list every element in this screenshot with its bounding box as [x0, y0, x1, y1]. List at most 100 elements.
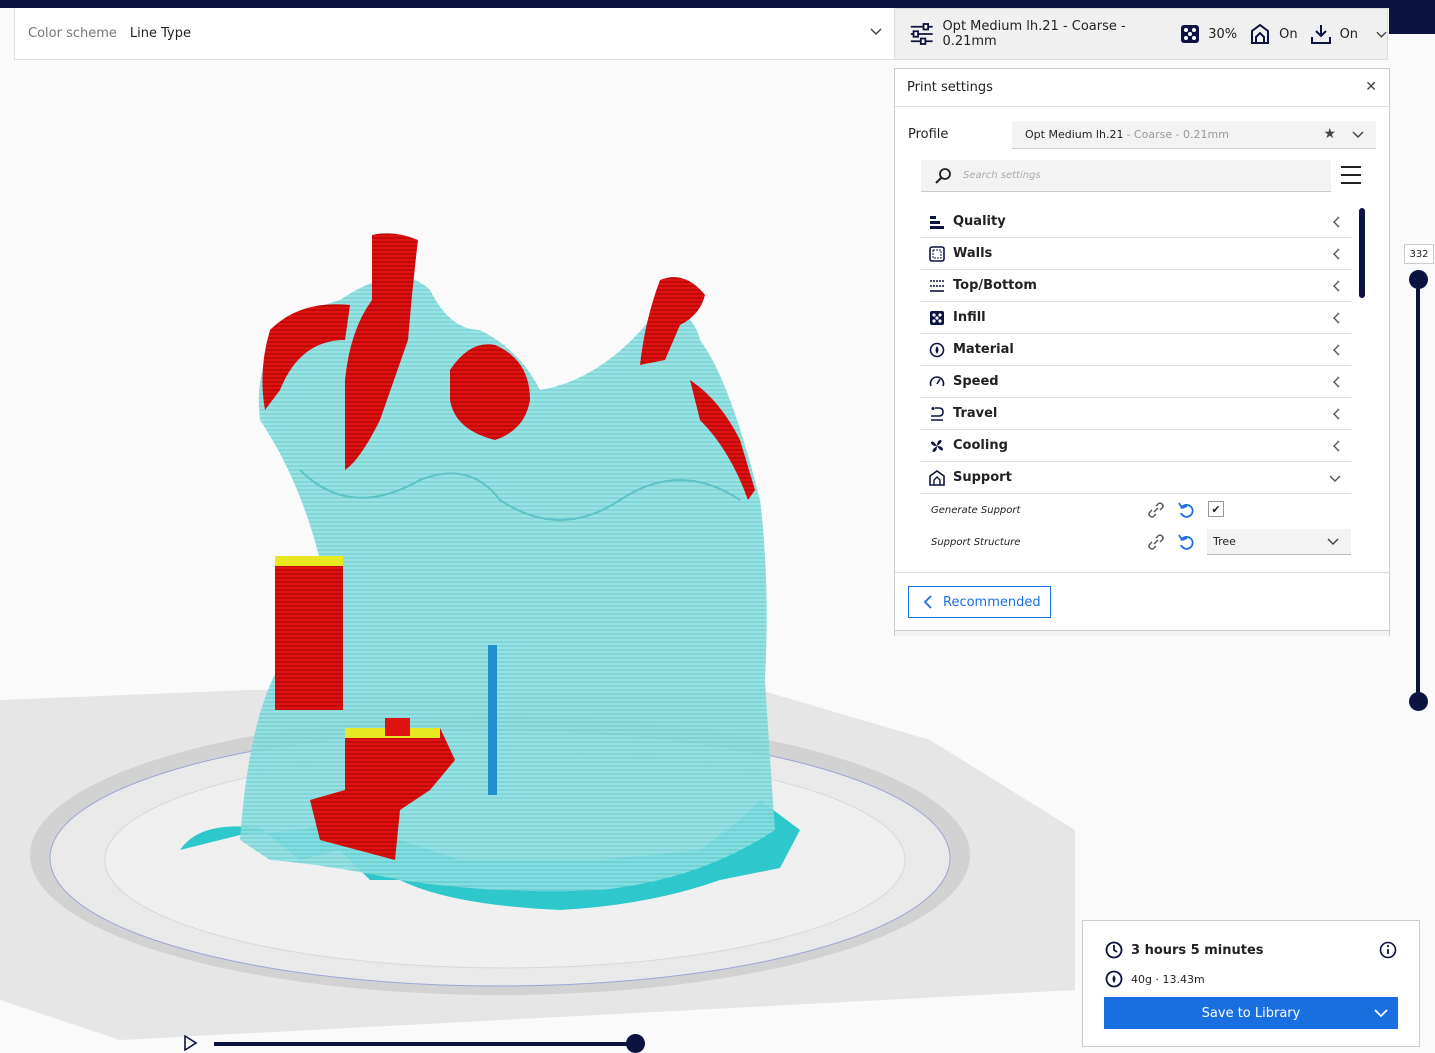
layer-slider-top-handle[interactable] [1409, 270, 1428, 289]
save-options-dropdown[interactable] [1364, 997, 1398, 1029]
cooling-icon [929, 438, 945, 454]
adhesion-icon [1310, 25, 1331, 44]
category-cooling[interactable]: Cooling [921, 430, 1351, 462]
top-bar-edge [1389, 8, 1435, 34]
layer-slider-bottom-handle[interactable] [1409, 692, 1428, 711]
speed-icon [929, 374, 945, 390]
setting-generate-support: Generate Support ✔ [921, 494, 1351, 526]
category-walls[interactable]: Walls [921, 238, 1351, 270]
simulation-slider-track[interactable] [214, 1042, 636, 1046]
close-icon[interactable]: ✕ [1365, 79, 1377, 95]
simulation-slider-handle[interactable] [626, 1034, 645, 1053]
chevron-down-icon [1352, 131, 1364, 139]
menu-icon[interactable] [1341, 166, 1361, 184]
infill-icon [929, 310, 945, 326]
top-bar [0, 0, 1435, 8]
chevron-down-icon [1329, 475, 1341, 482]
print-info-panel: 3 hours 5 minutes 40g · 13.43m Save to L… [1082, 920, 1420, 1047]
print-settings-summary[interactable]: Opt Medium lh.21 - Coarse - 0.21mm 30% O… [894, 8, 1388, 60]
link-icon[interactable] [1147, 502, 1165, 518]
red-building-left [275, 560, 343, 710]
link-icon[interactable] [1147, 534, 1165, 550]
support-icon [929, 469, 945, 486]
profile-name: Opt Medium lh.21 [1025, 128, 1124, 141]
category-support[interactable]: Support [921, 462, 1351, 494]
category-label: Speed [953, 374, 999, 389]
quality-icon [929, 214, 945, 230]
spool-icon [1105, 970, 1123, 988]
search-icon [935, 167, 951, 184]
print-time-row: 3 hours 5 minutes [1105, 941, 1264, 959]
info-icon[interactable] [1379, 941, 1397, 959]
top-bottom-icon [929, 278, 945, 294]
category-label: Cooling [953, 438, 1008, 453]
infill-value: 30% [1208, 26, 1238, 42]
category-label: Support [953, 470, 1012, 485]
travel-icon [929, 406, 945, 422]
profile-label: Profile [908, 127, 949, 142]
category-infill[interactable]: Infill [921, 302, 1351, 334]
save-to-library-button[interactable]: Save to Library [1104, 997, 1398, 1029]
chevron-down-icon [1376, 31, 1387, 38]
profile-summary-text: Opt Medium lh.21 - Coarse - 0.21mm [942, 19, 1126, 49]
chevron-left-icon [1333, 280, 1340, 292]
category-label: Travel [953, 406, 998, 421]
color-scheme-selector[interactable]: Color scheme Line Type [14, 8, 894, 60]
category-label: Quality [953, 214, 1006, 229]
chevron-down-icon [1327, 538, 1339, 546]
infill-icon [1181, 25, 1200, 43]
support-value: On [1279, 26, 1298, 42]
adhesion-value: On [1339, 26, 1359, 42]
print-settings-panel: Print settings ✕ Profile Opt Medium lh.2… [894, 68, 1390, 636]
chevron-down-icon [870, 28, 882, 36]
category-travel[interactable]: Travel [921, 398, 1351, 430]
material-row: 40g · 13.43m [1105, 970, 1205, 988]
support-structure-dropdown[interactable]: Tree [1207, 529, 1351, 555]
chevron-left-icon [1333, 408, 1340, 420]
chevron-left-icon [1333, 312, 1340, 324]
color-scheme-label: Color scheme [28, 26, 117, 41]
panel-resize-handle[interactable] [895, 630, 1389, 636]
recommended-button[interactable]: Recommended [908, 586, 1051, 618]
category-label: Walls [953, 246, 993, 261]
walls-icon [929, 245, 945, 262]
chevron-left-icon [1333, 248, 1340, 260]
generate-support-checkbox[interactable]: ✔ [1208, 501, 1224, 517]
layer-number: 332 [1404, 244, 1434, 264]
category-material[interactable]: Material [921, 334, 1351, 366]
print-time: 3 hours 5 minutes [1131, 942, 1264, 958]
setting-label: Support Structure [931, 536, 1021, 548]
save-label: Save to Library [1201, 1005, 1301, 1021]
settings-scrollbar[interactable] [1359, 208, 1365, 298]
profile-detail: - Coarse - 0.21mm [1126, 128, 1229, 141]
chevron-left-icon [1333, 344, 1340, 356]
category-label: Top/Bottom [953, 278, 1037, 293]
sliders-icon [910, 23, 933, 45]
color-scheme-value: Line Type [129, 26, 191, 41]
category-label: Material [953, 342, 1014, 357]
chevron-left-icon [1333, 440, 1340, 452]
chevron-left-icon [1333, 376, 1340, 388]
category-top-bottom[interactable]: Top/Bottom [921, 270, 1351, 302]
chevron-left-icon [923, 595, 932, 609]
panel-title: Print settings [895, 69, 1389, 107]
dropdown-value: Tree [1213, 535, 1236, 548]
panel-footer: Recommended [895, 572, 1389, 630]
layer-slider-track[interactable] [1416, 279, 1420, 702]
setting-support-structure: Support Structure Tree [921, 526, 1351, 558]
star-icon[interactable]: ★ [1323, 126, 1336, 142]
support-icon [1251, 23, 1270, 44]
setting-label: Generate Support [931, 504, 1021, 516]
play-icon[interactable] [182, 1035, 198, 1051]
profile-row: Profile Opt Medium lh.21 - Coarse - 0.21… [895, 121, 1389, 151]
reset-icon[interactable] [1178, 501, 1194, 519]
settings-list: Quality Walls Top/Bottom Infill Material… [921, 206, 1351, 572]
profile-dropdown[interactable]: Opt Medium lh.21 - Coarse - 0.21mm ★ [1012, 121, 1376, 149]
category-speed[interactable]: Speed [921, 366, 1351, 398]
category-quality[interactable]: Quality [921, 206, 1351, 238]
search-bar [921, 160, 1331, 192]
reset-icon[interactable] [1178, 533, 1194, 551]
chevron-down-icon [1374, 1009, 1388, 1018]
search-input[interactable] [963, 170, 1303, 181]
clock-icon [1105, 941, 1123, 959]
